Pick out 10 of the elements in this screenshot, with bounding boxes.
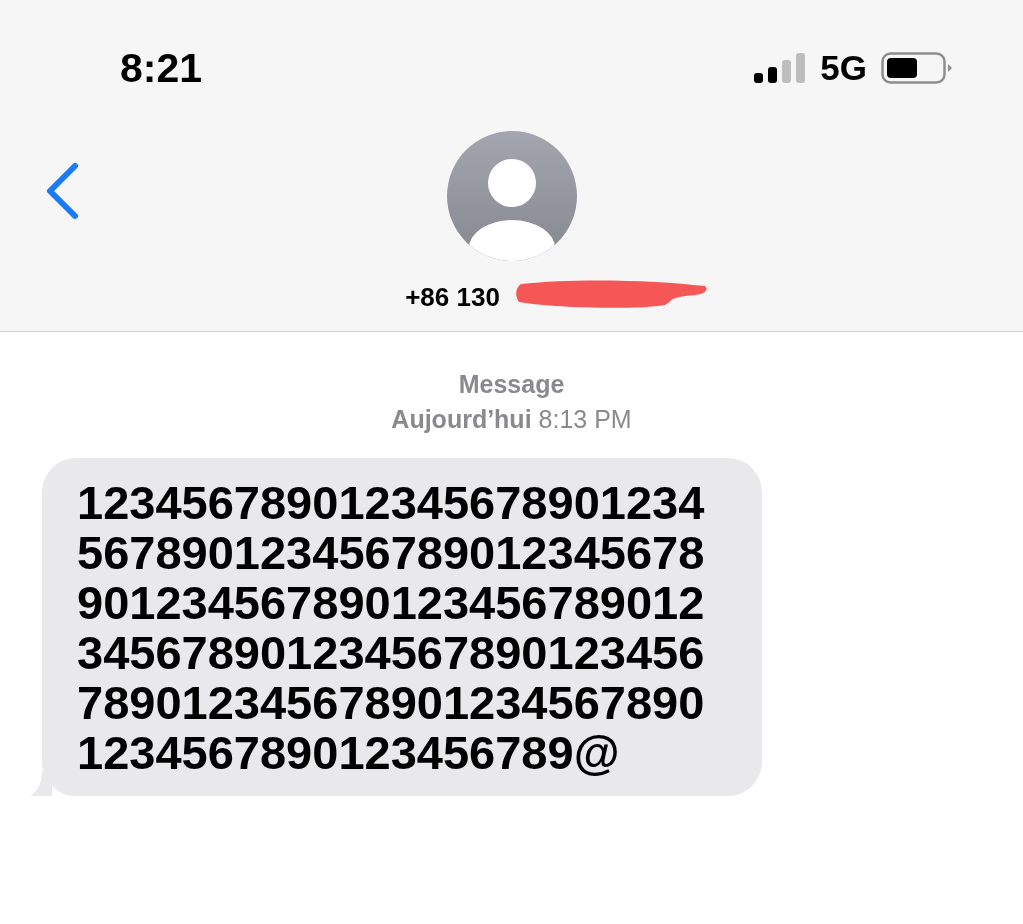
signal-icon xyxy=(754,53,807,83)
message-timestamp: Aujourd’hui 8:13 PM xyxy=(391,405,632,434)
service-label: Message xyxy=(458,370,565,399)
message-text: 1234567890123456789012345678901234567890123456789012345678901234567890123456789012345678901234567890123456789012345678901234567890123456789@ xyxy=(77,478,706,778)
avatar-icon[interactable] xyxy=(445,130,578,262)
battery-icon xyxy=(881,52,953,84)
status-time: 8:21 xyxy=(120,44,203,92)
network-label: 5G xyxy=(820,48,867,88)
back-icon[interactable] xyxy=(44,162,80,220)
contact-number[interactable]: +86 130 xyxy=(405,281,500,313)
